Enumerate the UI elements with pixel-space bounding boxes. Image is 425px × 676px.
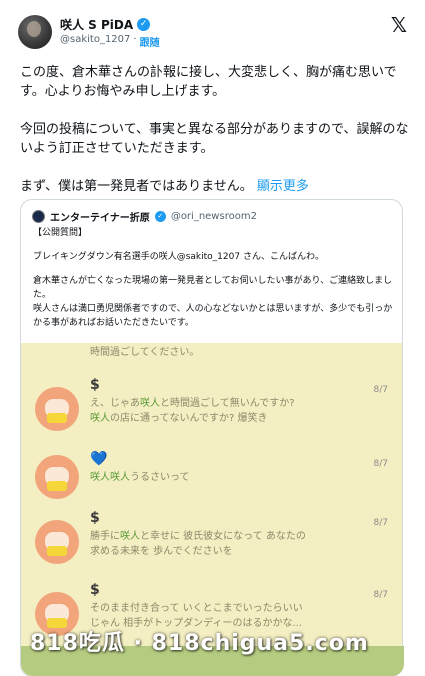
quoted-author-handle: @ori_newsroom2 [170,211,257,222]
post-last-line: まず、僕は第一発見者ではありません。 顯示更多 [20,177,412,196]
quoted-post-text: 【公開質問】 ブレイキングダウン有名選手の咲人@sakito_1207 さん、こ… [33,226,393,330]
chat-sender: 💙 [90,451,108,467]
post-body: この度、倉木華さんの訃報に接し、大変悲しく、胸が痛む思いです。心よりお悔やみ申し… [20,63,412,215]
post-paragraph: 今回の投稿について、事実と異なる部分がありますので、誤解のないよう訂正させていた… [20,122,409,156]
author-name-row: 咲人 S PiDA ✓ [60,16,151,33]
post-header: 咲人 S PiDA ✓ @sakito_1207 · 跟随 𝕏 [16,13,411,53]
chat-text: と幸せに 彼氏彼女になって あなたの [140,531,306,542]
chat-sender: $ [90,510,100,526]
follow-button[interactable]: 跟随 [140,34,160,49]
chat-highlight: 咲人咲人 [90,472,130,483]
chat-text: 求める未来を 歩んでくださいを [90,546,233,557]
show-more-link[interactable]: 顯示更多 [257,179,309,194]
chat-text: の店に通ってないんですか? 爆笑き [110,413,268,424]
chat-message-text: え、じゃあ咲人と時間過ごして無いんですか? 咲人の店に通ってないんですか? 爆笑… [90,396,320,426]
x-logo-icon[interactable]: 𝕏 [391,15,407,35]
chat-timestamp: 8/7 [373,459,388,469]
chat-top-line: 時間過ごしてください。 [90,347,200,358]
quoted-line: 【公開質問】 [33,228,88,238]
quoted-post-header: エンターテイナー折原 ✓ @ori_newsroom2 [32,209,257,224]
chat-sender: $ [90,377,100,393]
chat-sender: $ [90,582,100,598]
post-paragraph: この度、倉木華さんの訃報に接し、大変悲しく、胸が痛む思いです。心よりお悔やみ申し… [20,65,397,99]
author-handle[interactable]: @sakito_1207 [60,34,130,49]
chat-timestamp: 8/7 [373,590,388,600]
quoted-post[interactable]: エンターテイナー折原 ✓ @ori_newsroom2 【公開質問】 ブレイキン… [20,199,403,676]
author-handle-row: @sakito_1207 · 跟随 [60,34,160,49]
handle-separator: · [133,34,137,45]
chat-avatar [35,455,79,499]
author-avatar[interactable] [18,15,52,49]
chat-highlight: 咲人 [120,531,140,542]
chat-message-text: 咲人咲人うるさいって [90,470,320,485]
quoted-verified-icon: ✓ [154,211,166,222]
chat-timestamp: 8/7 [373,518,388,528]
quoted-line: ブレイキングダウン有名選手の咲人@sakito_1207 さん、こんばんわ。 [33,252,324,262]
quoted-author-name: エンターテイナー折原 [50,213,150,224]
site-watermark: 818吃瓜 · 818chigua5.com [30,631,369,656]
post-last-text: まず、僕は第一発見者ではありません。 [20,179,253,194]
chat-text: そのまま付き合って いくとこまでいったらいい [90,603,303,614]
verified-badge-icon: ✓ [137,18,151,31]
quoted-author-avatar [32,210,45,223]
chat-message-text: 勝手に咲人と幸せに 彼氏彼女になって あなたの 求める未来を 歩んでくださいを [90,529,320,559]
chat-avatar [35,520,79,564]
author-display-name[interactable]: 咲人 S PiDA [60,16,133,33]
chat-text: 勝手に [90,531,120,542]
chat-avatar [35,387,79,431]
chat-text: うるさいって [130,472,190,483]
chat-highlight: 咲人 [140,398,160,409]
chat-timestamp: 8/7 [373,385,388,395]
quoted-line: 倉木華さんが亡くなった現場の第一発見者としてお伺いしたい事があり、ご連絡致しまし… [33,276,393,300]
chat-text: え、じゃあ [90,398,140,409]
chat-text: と時間過ごして無いんですか? [160,398,295,409]
chat-highlight: 咲人 [90,413,110,424]
quoted-line: 咲人さんは満口勇児関係者ですので、人の心などないかとは思いますが、多少でも引っか… [33,304,393,328]
